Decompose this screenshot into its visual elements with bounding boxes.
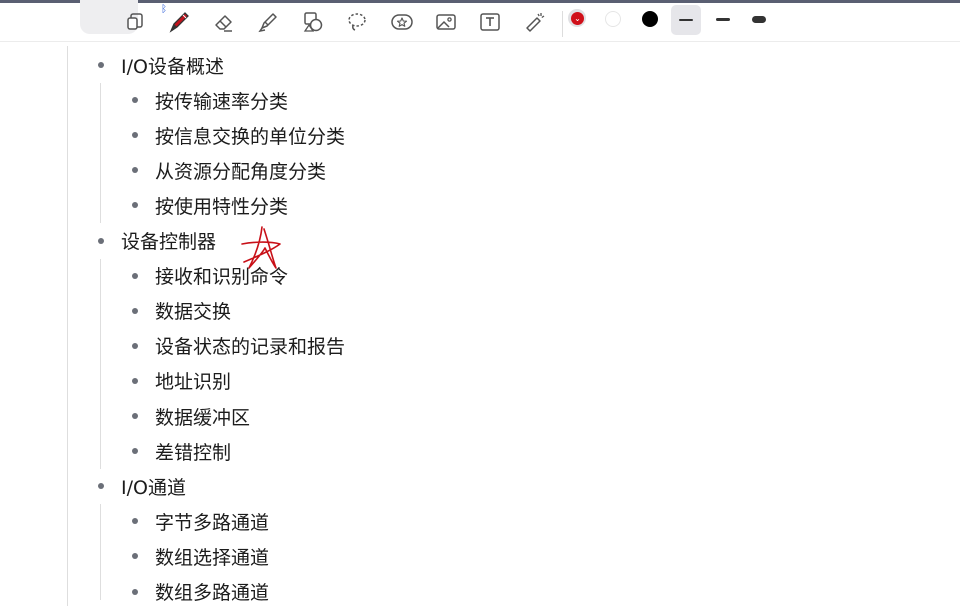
section-guide-line <box>100 83 101 224</box>
outline-list-item[interactable]: 数组多路通道 <box>155 577 269 607</box>
section-guide-line <box>100 504 101 600</box>
outline-list-item[interactable]: 设备状态的记录和报告 <box>155 331 345 361</box>
item-bullet <box>132 97 138 104</box>
item-bullet <box>132 342 138 349</box>
outline-section-title[interactable]: I/O设备概述 <box>121 50 224 80</box>
item-bullet <box>132 588 138 595</box>
item-bullet <box>132 413 138 419</box>
section-bullet <box>98 483 104 490</box>
outline-section-title[interactable]: I/O通道 <box>121 471 186 501</box>
outline-list-item[interactable]: 差错控制 <box>155 436 231 466</box>
outline-list-item[interactable]: 地址识别 <box>155 366 231 396</box>
item-bullet <box>132 377 138 384</box>
item-bullet <box>132 518 138 525</box>
item-bullet <box>132 202 138 209</box>
outline-list: I/O设备概述按传输速率分类按信息交换的单位分类 从资源分配角度分类 按使用特性分类… <box>0 0 960 604</box>
outline-list-item[interactable]: 数据缓冲区 <box>155 401 250 431</box>
outline-list-item[interactable]: 数据交换 <box>155 296 231 326</box>
item-bullet <box>132 553 138 560</box>
item-bullet <box>132 307 138 314</box>
section-guide-line <box>100 258 101 470</box>
section-bullet <box>98 62 104 68</box>
item-bullet <box>132 272 138 279</box>
outline-list-item[interactable]: 数组选择通道 <box>155 541 269 571</box>
outline-list-item[interactable]: 按使用特性分类 <box>155 190 288 220</box>
item-bullet <box>132 448 138 455</box>
item-bullet <box>132 132 138 139</box>
hand-drawn-star-annotation <box>241 226 281 269</box>
outline-list-item[interactable]: 按传输速率分类 <box>155 85 288 115</box>
outline-list-item[interactable]: 字节多路通道 <box>155 506 269 536</box>
outline-section-title[interactable]: 设备控制器 <box>121 226 216 256</box>
item-bullet <box>132 167 138 174</box>
outline-list-item[interactable]: 按信息交换的单位分类 <box>155 120 345 150</box>
outline-list-item[interactable]: 从资源分配角度分类 <box>155 155 326 185</box>
section-bullet <box>98 237 104 244</box>
